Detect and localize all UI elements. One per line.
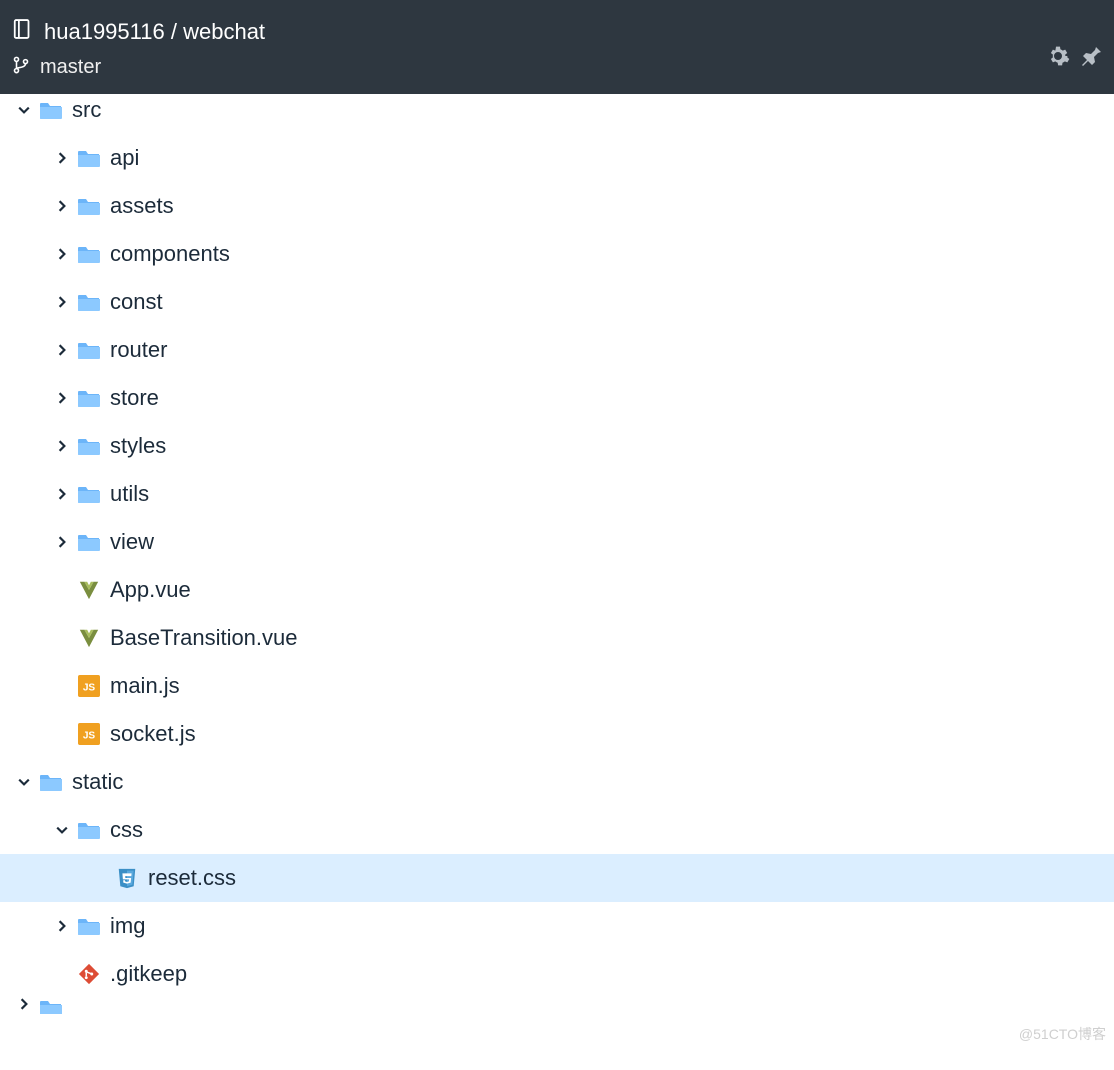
folder-icon	[76, 292, 102, 312]
folder-icon	[76, 916, 102, 936]
gear-icon[interactable]	[1046, 44, 1070, 73]
folder-icon	[76, 340, 102, 360]
chevron-right-icon[interactable]	[52, 440, 72, 452]
tree-item-label: assets	[106, 193, 174, 219]
tree-item-label: api	[106, 145, 139, 171]
tree-file[interactable]: App.vue	[0, 566, 1114, 614]
pin-icon[interactable]	[1080, 44, 1104, 73]
svg-text:JS: JS	[83, 683, 96, 694]
chevron-right-icon[interactable]	[52, 200, 72, 212]
tree-file[interactable]: JS main.js	[0, 662, 1114, 710]
git-file-icon	[76, 963, 102, 985]
tree-folder[interactable]: const	[0, 278, 1114, 326]
folder-icon	[38, 772, 64, 792]
chevron-down-icon[interactable]	[14, 776, 34, 788]
folder-icon	[76, 820, 102, 840]
file-tree: srcapi assets components const router store st…	[0, 94, 1114, 1014]
folder-icon	[76, 148, 102, 168]
tree-item-label: src	[68, 97, 101, 123]
tree-folder[interactable]: assets	[0, 182, 1114, 230]
chevron-right-icon[interactable]	[52, 488, 72, 500]
tree-folder[interactable]: router	[0, 326, 1114, 374]
tree-item-label: reset.css	[144, 865, 236, 891]
tree-folder[interactable]: css	[0, 806, 1114, 854]
tree-folder[interactable]: api	[0, 134, 1114, 182]
tree-item-label: BaseTransition.vue	[106, 625, 298, 651]
tree-file[interactable]: BaseTransition.vue	[0, 614, 1114, 662]
folder-icon	[76, 484, 102, 504]
tree-folder[interactable]: components	[0, 230, 1114, 278]
tree-item-label: .gitkeep	[106, 961, 187, 987]
css-file-icon	[114, 867, 140, 889]
tree-item-label: store	[106, 385, 159, 411]
tree-item-label: router	[106, 337, 167, 363]
branch-icon	[12, 55, 30, 80]
tree-item-label: css	[106, 817, 143, 843]
vue-file-icon	[76, 579, 102, 601]
repo-breadcrumb[interactable]: hua1995116 / webchat	[12, 18, 1102, 45]
folder-icon	[76, 196, 102, 216]
svg-text:JS: JS	[83, 731, 96, 742]
chevron-down-icon[interactable]	[52, 824, 72, 836]
chevron-down-icon[interactable]	[14, 104, 34, 116]
chevron-right-icon[interactable]	[52, 152, 72, 164]
chevron-right-icon[interactable]	[52, 920, 72, 932]
tree-item-label: main.js	[106, 673, 180, 699]
tree-folder[interactable]: view	[0, 518, 1114, 566]
tree-item-label: view	[106, 529, 154, 555]
branch-name: master	[40, 56, 101, 79]
tree-item-label: socket.js	[106, 721, 196, 747]
tree-folder[interactable]: static	[0, 758, 1114, 806]
header: hua1995116 / webchat master	[0, 0, 1114, 94]
folder-icon	[38, 998, 64, 1014]
tree-item-label: App.vue	[106, 577, 191, 603]
branch-selector[interactable]: master	[12, 55, 1102, 80]
tree-file[interactable]: reset.css	[0, 854, 1114, 902]
tree-folder[interactable]: utils	[0, 470, 1114, 518]
chevron-right-icon[interactable]	[52, 536, 72, 548]
repo-icon	[12, 18, 34, 45]
tree-item-label: components	[106, 241, 230, 267]
tree-folder[interactable]	[0, 998, 1114, 1014]
chevron-right-icon[interactable]	[52, 248, 72, 260]
tree-folder[interactable]: img	[0, 902, 1114, 950]
tree-item-label: const	[106, 289, 163, 315]
folder-icon	[76, 388, 102, 408]
folder-icon	[76, 436, 102, 456]
tree-item-label: img	[106, 913, 145, 939]
js-file-icon: JS	[76, 675, 102, 697]
folder-icon	[76, 244, 102, 264]
chevron-right-icon[interactable]	[52, 344, 72, 356]
js-file-icon: JS	[76, 723, 102, 745]
folder-icon	[38, 100, 64, 120]
vue-file-icon	[76, 627, 102, 649]
repo-name[interactable]: webchat	[183, 19, 265, 44]
tree-item-label: styles	[106, 433, 166, 459]
tree-file[interactable]: .gitkeep	[0, 950, 1114, 998]
repo-owner[interactable]: hua1995116	[44, 19, 165, 44]
folder-icon	[76, 532, 102, 552]
tree-folder[interactable]: styles	[0, 422, 1114, 470]
chevron-right-icon[interactable]	[52, 392, 72, 404]
watermark: @51CTO博客	[1019, 1024, 1106, 1044]
tree-file[interactable]: JS socket.js	[0, 710, 1114, 758]
chevron-right-icon[interactable]	[52, 296, 72, 308]
tree-folder[interactable]: store	[0, 374, 1114, 422]
tree-item-label: static	[68, 769, 123, 795]
chevron-right-icon[interactable]	[14, 998, 34, 1010]
tree-item-label: utils	[106, 481, 149, 507]
